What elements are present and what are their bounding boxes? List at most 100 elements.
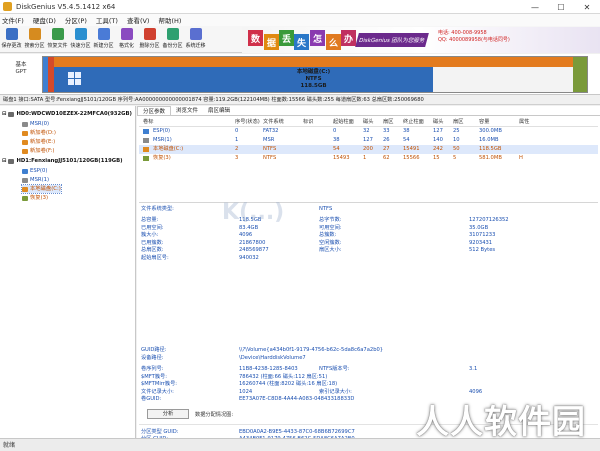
menu-disk[interactable]: 硬盘(D) [33,15,56,25]
toolbar-button-5[interactable]: 格式化 [115,26,138,52]
ad-banner[interactable]: DiskGenius 团队为您服务 电话: 400-008-9958 QQ: 4… [242,27,600,53]
ntfs-value-3: 1024 [239,388,253,395]
tree-item-3[interactable]: 新加卷(E:) [22,138,55,146]
partition-cell-4: 54 [333,146,340,152]
partition-cell-10: 581.0MB [479,155,502,161]
column-header-2[interactable]: 文件系统 [263,118,284,127]
column-header-6[interactable]: 扇区 [383,118,393,127]
analyze-button[interactable]: 分析 [147,409,189,419]
partition-row-1[interactable]: MSR(1) 1 MSR 38 127 26 54 140 10 16.0MB [139,136,598,145]
toolbar-button-3[interactable]: 快速分区 [69,26,92,52]
toolbar-button-2[interactable]: 恢复文件 [46,26,69,52]
ntfs-label-3: 文件记录大小: [141,388,174,395]
tree-item-2[interactable]: 新加卷(D:) [22,129,56,137]
column-header-9[interactable]: 扇区 [453,118,463,127]
tab-sector-editor[interactable]: 扇区编辑 [203,106,235,115]
tree-item-icon [22,195,28,201]
menu-partition[interactable]: 分区(P) [65,15,87,25]
partition-row-3[interactable]: 恢复(3) 3 NTFS 15493 1 62 15566 15 5 581.0MB H [139,154,598,163]
partition-row-2[interactable]: 本地磁盘(C:) 2 NTFS 54 200 27 15491 242 50 118.5GB [139,145,598,154]
column-header-5[interactable]: 磁头 [363,118,373,127]
partition-segment-c[interactable]: 本地磁盘(C:) NTFS 118.5GB [54,57,573,92]
app-icon [3,2,12,11]
guid-label-0: 分区类型 GUID: [141,429,179,435]
detail-right-value-2: 31071233 [469,232,496,238]
column-header-7[interactable]: 终止柱面 [403,118,424,127]
partition-segment-name: 本地磁盘(C:) [296,69,331,75]
tree-expander-icon[interactable]: ⊟ [2,110,6,118]
partition-cell-2: NTFS [263,146,277,152]
tree-item-0[interactable]: ⊟ HD0:WDCWD10EZEX-22MFCA0(932GB) [2,110,132,118]
close-button[interactable]: ✕ [574,0,600,14]
partition-cell-7: 15491 [403,146,420,152]
disk-type-basic: 基本 [15,62,27,68]
maximize-button[interactable]: ☐ [548,0,574,14]
partition-cell-6: 26 [383,137,390,143]
ntfs-value-0: 11B8-4238-1285-8403 [239,366,298,372]
toolbar-label-2: 恢复文件 [47,43,68,49]
partition-row-0[interactable]: ESP(0) 0 FAT32 0 32 33 38 127 25 300.0MB [139,127,598,136]
toolbar-label-4: 新建分区 [93,43,114,49]
menu-help[interactable]: 帮助(H) [158,15,181,25]
toolbar-icon-8 [189,28,202,40]
detail-right-value-4: 512 Bytes [469,247,496,253]
column-header-4[interactable]: 起始柱面 [333,118,354,127]
center-watermark: K(...) [222,200,285,225]
minimize-button[interactable]: — [522,0,548,14]
tree-item-6[interactable]: ESP(0) [22,167,47,175]
toolbar-label-3: 快速分区 [70,43,91,49]
column-header-10[interactable]: 容量 [479,118,489,127]
partition-cell-4: 0 [333,128,337,134]
toolbar-button-4[interactable]: 新建分区 [92,26,115,52]
tree-item-9[interactable]: 恢复(3) [22,194,48,202]
tab-partition-params[interactable]: 分区参数 [137,106,172,115]
tab-browse-files[interactable]: 浏览文件 [171,106,203,115]
ntfs-label2-3: 索引记录大小: [319,388,352,395]
tree-item-label: 新加卷(F:) [30,148,55,154]
tree-item-1[interactable]: MSR(0) [22,120,49,128]
banner-phone: 电话: 400-008-9958 [438,30,487,36]
partition-cell-9: 5 [453,155,457,161]
tree-item-label: HD0:WDCWD10EZEX-22MFCA0(932GB) [16,111,132,117]
ntfs-label-0: 卷序列号: [141,366,164,372]
partition-cell-6: 62 [383,155,390,161]
tree-item-5[interactable]: ⊟ HD1:FenxiangJJ5101/120GB(119GB) [2,157,123,165]
partition-segment-recovery[interactable] [573,57,587,92]
tree-item-8[interactable]: 本地磁盘(C:) [21,184,62,194]
menu-bar: 文件(F) 硬盘(D) 分区(P) 工具(T) 查看(V) 帮助(H) [0,14,600,26]
menu-file[interactable]: 文件(F) [2,15,24,25]
title-bar: DiskGenius V5.4.5.1412 x64 — ☐ ✕ [0,0,600,14]
partition-table-header: 卷标 序号(状态) 文件系统 标识 起始柱面 磁头 扇区 终止柱面 磁头 扇区 容量 属性 [139,118,598,127]
partition-row-icon [143,138,149,143]
partition-cell-0: MSR(1) [153,137,172,143]
tree-item-7[interactable]: MSR(1) [22,176,49,184]
banner-block-2: 丢 [279,30,294,46]
menu-tools[interactable]: 工具(T) [96,15,118,25]
partition-cell-1: 0 [235,128,239,134]
detail-left-value-4: 248569877 [239,247,269,253]
toolbar-icon-1 [28,28,41,40]
guid-path-label: GUID路径: [141,347,167,353]
toolbar-button-6[interactable]: 删除分区 [138,26,161,52]
detail-left-label-1: 已用空间: [141,224,164,231]
tree-expander-icon[interactable]: ⊟ [2,157,6,165]
banner-block-6: 办 [341,30,356,46]
partition-cell-1: 2 [235,146,239,152]
partition-cell-8: 127 [433,128,443,134]
detail-right-value-1: 35.0GB [469,224,489,231]
column-header-3[interactable]: 标识 [303,118,313,127]
column-header-11[interactable]: 属性 [519,118,529,127]
tree-item-4[interactable]: 新加卷(F:) [22,147,54,155]
toolbar-button-7[interactable]: 备份分区 [161,26,184,52]
menu-view[interactable]: 查看(V) [127,15,150,25]
toolbar-button-1[interactable]: 搜索分区 [23,26,46,52]
column-header-0[interactable]: 卷标 [143,118,153,127]
toolbar-button-0[interactable]: 保存更改 [0,26,23,52]
column-header-1[interactable]: 序号(状态) [235,118,260,127]
column-header-8[interactable]: 磁头 [433,118,443,127]
partition-cell-2: FAT32 [263,128,279,134]
toolbar-button-8[interactable]: 系统迁移 [184,26,207,52]
toolbar-label-1: 搜索分区 [24,43,45,49]
partition-cell-10: 300.0MB [479,128,502,134]
partition-bar[interactable]: 本地磁盘(C:) NTFS 118.5GB [42,56,588,93]
